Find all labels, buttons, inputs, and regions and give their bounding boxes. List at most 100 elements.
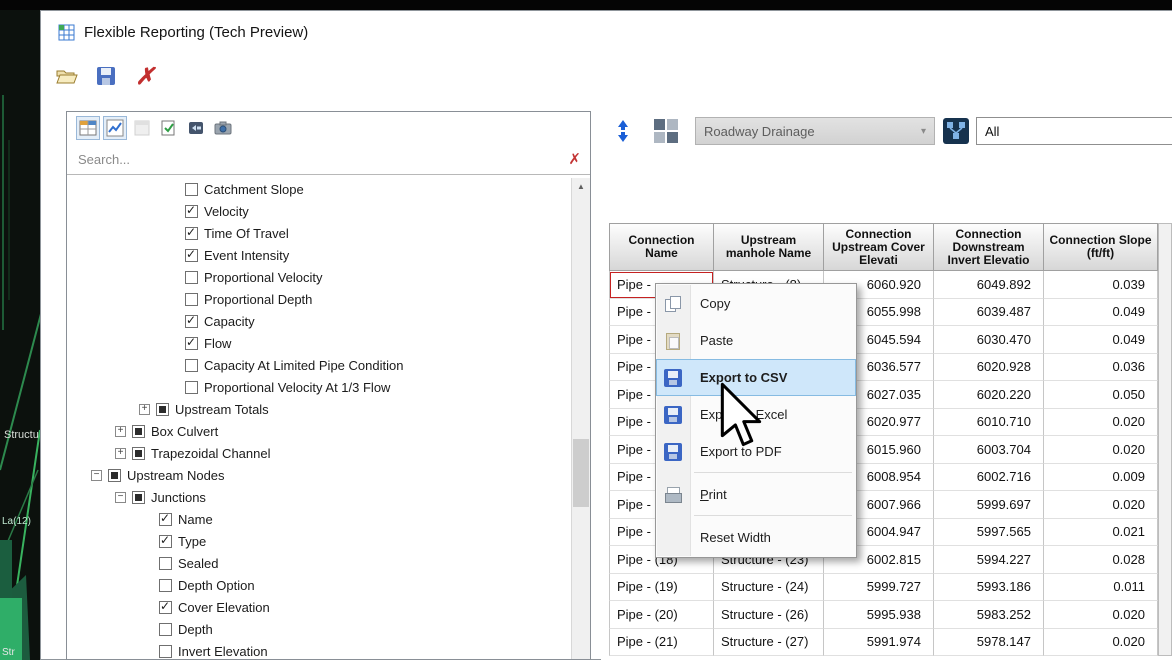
checkbox-upstream-totals[interactable] [156, 402, 169, 416]
menu-item-copy[interactable]: Copy [656, 285, 856, 322]
menu-item-reset-width[interactable]: Reset Width [656, 519, 856, 556]
cell-invert[interactable]: 5978.147 [934, 628, 1044, 656]
tree-item-proportional-depth[interactable]: Proportional Depth [67, 288, 571, 310]
tree-item-box-culvert[interactable]: + Box Culvert [67, 420, 571, 442]
collapse-icon[interactable]: − [91, 469, 102, 481]
pivot-view-icon[interactable] [130, 116, 154, 140]
open-folder-icon[interactable] [54, 63, 80, 89]
grid-view-icon[interactable] [76, 116, 100, 140]
cell-manhole[interactable]: Structure - (27) [714, 628, 824, 656]
checkbox-sealed[interactable] [159, 556, 172, 570]
cell-cover[interactable]: 5995.938 [824, 601, 934, 629]
checkbox-proportional-velocity[interactable] [185, 270, 198, 284]
tree-item-sealed[interactable]: Sealed [67, 552, 571, 574]
cell-slope[interactable]: 0.021 [1044, 518, 1158, 546]
expand-icon[interactable]: + [115, 447, 126, 459]
tree-item-catchment-slope[interactable]: Catchment Slope [67, 178, 571, 200]
tree-item-time-of-travel[interactable]: Time Of Travel [67, 222, 571, 244]
cell-cover[interactable]: 5991.974 [824, 628, 934, 656]
checkbox-catchment-slope[interactable] [185, 182, 198, 196]
checkbox-flow[interactable] [185, 335, 198, 350]
cell-manhole[interactable]: Structure - (24) [714, 573, 824, 601]
cell-invert[interactable]: 6049.892 [934, 271, 1044, 299]
tree-item-depth[interactable]: Depth [67, 618, 571, 640]
tree-item-name[interactable]: Name [67, 508, 571, 530]
search-clear-icon[interactable]: ✗ [568, 150, 581, 168]
collapse-icon[interactable]: − [115, 491, 126, 503]
cell-invert[interactable]: 6030.470 [934, 326, 1044, 354]
cell-invert[interactable]: 6020.220 [934, 381, 1044, 409]
checkbox-trapezoidal-channel[interactable] [132, 446, 145, 460]
cell-slope[interactable]: 0.020 [1044, 601, 1158, 629]
cell-manhole[interactable]: Structure - (26) [714, 601, 824, 629]
cell-slope[interactable]: 0.009 [1044, 463, 1158, 491]
cell-name[interactable]: Pipe - (20) [609, 601, 714, 629]
cell-slope[interactable]: 0.049 [1044, 298, 1158, 326]
cell-invert[interactable]: 6003.704 [934, 436, 1044, 464]
checkbox-invert-elevation[interactable] [159, 644, 172, 658]
tree-item-proportional-velocity[interactable]: Proportional Velocity [67, 266, 571, 288]
scrollbar-thumb[interactable] [573, 439, 589, 507]
checkbox-time-of-travel[interactable] [185, 225, 198, 240]
tree-item-flow[interactable]: Flow [67, 332, 571, 354]
checkbox-proportional-velocity-at-1-3-flow[interactable] [185, 380, 198, 394]
cell-invert[interactable]: 6039.487 [934, 298, 1044, 326]
save-icon[interactable] [93, 63, 119, 89]
sort-icon[interactable] [613, 119, 633, 143]
cell-invert[interactable]: 6002.716 [934, 463, 1044, 491]
scope-dropdown[interactable]: Roadway Drainage ▾ [695, 117, 935, 145]
tree-item-capacity-at-limited-pipe-condition[interactable]: Capacity At Limited Pipe Condition [67, 354, 571, 376]
tree-item-upstream-nodes[interactable]: − Upstream Nodes [67, 464, 571, 486]
column-header-2[interactable]: Upstream manhole Name [714, 223, 824, 271]
cell-invert[interactable]: 5994.227 [934, 546, 1044, 574]
checkbox-velocity[interactable] [185, 203, 198, 218]
checkbox-box-culvert[interactable] [132, 424, 145, 438]
cell-name[interactable]: Pipe - (19) [609, 573, 714, 601]
camera-icon[interactable] [211, 116, 235, 140]
checkbox-depth-option[interactable] [159, 578, 172, 592]
checkbox-junctions[interactable] [132, 490, 145, 504]
cell-slope[interactable]: 0.020 [1044, 408, 1158, 436]
tree-scrollbar[interactable]: ▲ [571, 178, 590, 659]
cell-slope[interactable]: 0.050 [1044, 381, 1158, 409]
flip-view-icon[interactable] [184, 116, 208, 140]
checkbox-cover-elevation[interactable] [159, 599, 172, 614]
cell-invert[interactable]: 6010.710 [934, 408, 1044, 436]
filter-dropdown[interactable]: All ▾ [976, 117, 1172, 145]
column-header-3[interactable]: Connection Upstream Cover Elevati [824, 223, 934, 271]
scroll-up-icon[interactable]: ▲ [572, 178, 590, 195]
cell-slope[interactable]: 0.036 [1044, 353, 1158, 381]
cell-invert[interactable]: 5997.565 [934, 518, 1044, 546]
cell-slope[interactable]: 0.020 [1044, 628, 1158, 656]
checkbox-upstream-nodes[interactable] [108, 468, 121, 482]
delete-icon[interactable]: ✗ [132, 63, 158, 89]
search-input[interactable] [76, 150, 569, 168]
cell-cover[interactable]: 5999.727 [824, 573, 934, 601]
checkbox-capacity-at-limited-pipe-condition[interactable] [185, 358, 198, 372]
cell-invert[interactable]: 5999.697 [934, 491, 1044, 519]
checkbox-capacity[interactable] [185, 313, 198, 328]
tree-item-proportional-velocity-at-1-3-flow[interactable]: Proportional Velocity At 1/3 Flow [67, 376, 571, 398]
cell-slope[interactable]: 0.049 [1044, 326, 1158, 354]
column-header-4[interactable]: Connection Downstream Invert Elevatio [934, 223, 1044, 271]
tree-item-upstream-totals[interactable]: + Upstream Totals [67, 398, 571, 420]
expand-icon[interactable]: + [139, 403, 150, 415]
check-items-icon[interactable] [157, 116, 181, 140]
menu-item-paste[interactable]: Paste [656, 322, 856, 359]
cell-name[interactable]: Pipe - (21) [609, 628, 714, 656]
checkbox-event-intensity[interactable] [185, 247, 198, 262]
checkbox-depth[interactable] [159, 622, 172, 636]
checkbox-type[interactable] [159, 533, 172, 548]
cell-slope[interactable]: 0.039 [1044, 271, 1158, 299]
tree-item-junctions[interactable]: − Junctions [67, 486, 571, 508]
panes-icon[interactable] [653, 118, 679, 144]
tree-item-invert-elevation[interactable]: Invert Elevation [67, 640, 571, 659]
cell-invert[interactable]: 5993.186 [934, 573, 1044, 601]
menu-item-print[interactable]: Print [656, 476, 856, 513]
network-select-icon[interactable] [943, 118, 969, 144]
expand-icon[interactable]: + [115, 425, 126, 437]
tree-item-velocity[interactable]: Velocity [67, 200, 571, 222]
tree-item-depth-option[interactable]: Depth Option [67, 574, 571, 596]
checkbox-proportional-depth[interactable] [185, 292, 198, 306]
chart-view-icon[interactable] [103, 116, 127, 140]
